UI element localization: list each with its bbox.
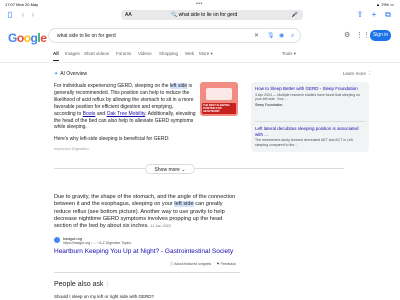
tab-all[interactable]: All	[53, 51, 59, 56]
search-icon[interactable]: ⌕	[291, 29, 294, 43]
new-tab-icon[interactable]: +	[369, 10, 379, 20]
tab-shopping[interactable]: Shopping	[159, 51, 178, 56]
lens-icon[interactable]: ◉	[279, 29, 284, 43]
boots-link[interactable]: Boots	[83, 111, 96, 117]
ai-overview-text: For individuals experiencing GERD, sleep…	[54, 83, 196, 131]
people-also-ask-heading: People also ask	[54, 281, 104, 288]
source-divider	[255, 121, 365, 122]
bed-illustration	[206, 88, 232, 100]
status-bar: 17:07 Mon 20 May ••• ▲ 79% ▭	[0, 0, 400, 9]
source-card[interactable]: How to Sleep Better with GERD - Sleep Fo…	[255, 86, 365, 107]
source-snippet: The researchers study showed decreased A…	[255, 138, 353, 147]
google-logo[interactable]: Google	[8, 31, 47, 45]
source-site: Sleep Foundation	[255, 102, 283, 107]
result-title-link[interactable]: Heartburn Keeping You Up at Night? - Gas…	[54, 248, 233, 255]
mic-icon[interactable]: 🎤	[292, 10, 298, 20]
source-title[interactable]: How to Sleep Better with GERD - Sleep Fo…	[255, 86, 365, 92]
header-divider	[0, 62, 400, 63]
forward-icon[interactable]: ›	[28, 10, 38, 20]
status-time: 17:07 Mon 20 May	[5, 2, 39, 7]
thumbnail-caption: THE BEST SLEEPING POSITION FOR HEARTBURN	[202, 103, 236, 114]
active-tab-indicator	[53, 60, 59, 61]
share-icon[interactable]: ⇪	[355, 10, 365, 20]
battery-indicator: ▲ 79% ▭	[376, 2, 394, 7]
ai-overview-faded-text: Improved Digestion:	[54, 146, 90, 151]
tab-web[interactable]: Web	[185, 51, 194, 56]
back-icon[interactable]: ‹	[18, 10, 28, 20]
browser-toolbar: ▯ ‹ › AA 🔍 what side to lie on for gerd …	[0, 9, 400, 23]
featured-snippet-text: Due to gravity, the shape of the stomach…	[54, 194, 236, 230]
sidebar-icon[interactable]: ▯	[5, 10, 15, 20]
learn-more-link[interactable]: Learn more ⋮	[343, 71, 372, 77]
settings-gear-icon[interactable]: ⚙	[344, 31, 350, 39]
multitask-dots[interactable]: •••	[196, 1, 203, 7]
about-featured-snippets-link[interactable]: ⓘ About featured snippets	[170, 262, 211, 266]
ai-overview-subheading: Here's why left-side sleeping is benefic…	[54, 136, 170, 142]
source-card[interactable]: Left lateral decubitus sleeping position…	[255, 126, 365, 147]
search-query[interactable]: what side to lie on for gerd	[57, 29, 116, 43]
feedback-link[interactable]: ⚑ Feedback	[216, 262, 236, 266]
source-title[interactable]: Left lateral decubitus sleeping position…	[255, 126, 365, 137]
paa-question[interactable]: Should I sleep on my left or right side …	[54, 294, 154, 299]
search-tabs: All Images Short videos Forums Videos Sh…	[53, 51, 313, 61]
ai-overview-header: ✦ AI Overview	[54, 71, 88, 77]
tools-button[interactable]: Tools ▾	[282, 51, 296, 57]
tab-videos[interactable]: Videos	[138, 51, 152, 56]
tabs-icon[interactable]: ⧉	[383, 10, 393, 20]
site-url: https://badgut.org › ... › A-Z Digestive…	[63, 241, 132, 245]
search-input[interactable]: what side to lie on for gerd ✕ 🎙 ◉ ⌕	[48, 28, 301, 43]
reader-aa-button[interactable]: AA	[125, 10, 132, 20]
more-options-icon[interactable]: ⋮	[105, 282, 110, 288]
tab-forums[interactable]: Forums	[116, 51, 131, 56]
voice-search-icon[interactable]: 🎙	[267, 29, 275, 43]
snippet-footer: ⓘ About featured snippets · ⚑ Feedback	[170, 262, 236, 266]
tab-images[interactable]: Images	[65, 51, 80, 56]
tab-more[interactable]: More ▾	[199, 51, 213, 57]
ai-overview-divider	[54, 168, 344, 169]
address-text: 🔍 what side to lie on for gerd	[171, 12, 238, 18]
sign-in-button[interactable]: Sign in	[370, 30, 391, 41]
address-bar[interactable]: AA 🔍 what side to lie on for gerd 🎤	[121, 10, 303, 20]
source-snippet: 3 Apr 2024 — Multiple research studies h…	[255, 92, 361, 102]
tab-short-videos[interactable]: Short videos	[84, 51, 109, 56]
clear-icon[interactable]: ✕	[254, 29, 259, 43]
apps-grid-icon[interactable]: ⋮⋮	[356, 31, 370, 39]
ai-sources-panel: How to Sleep Better with GERD - Sleep Fo…	[251, 82, 369, 152]
oak-tree-link[interactable]: Oak Tree Mobility	[107, 111, 146, 117]
snippet-divider	[54, 272, 240, 273]
site-favicon-icon	[54, 237, 60, 243]
snippet-date: 11 Jan 2022	[150, 224, 172, 229]
ai-overview-thumbnail[interactable]: THE BEST SLEEPING POSITION FOR HEARTBURN	[200, 82, 238, 116]
show-more-button[interactable]: Show more ⌄	[145, 164, 195, 174]
ai-sparkle-icon: ✦	[54, 71, 59, 77]
